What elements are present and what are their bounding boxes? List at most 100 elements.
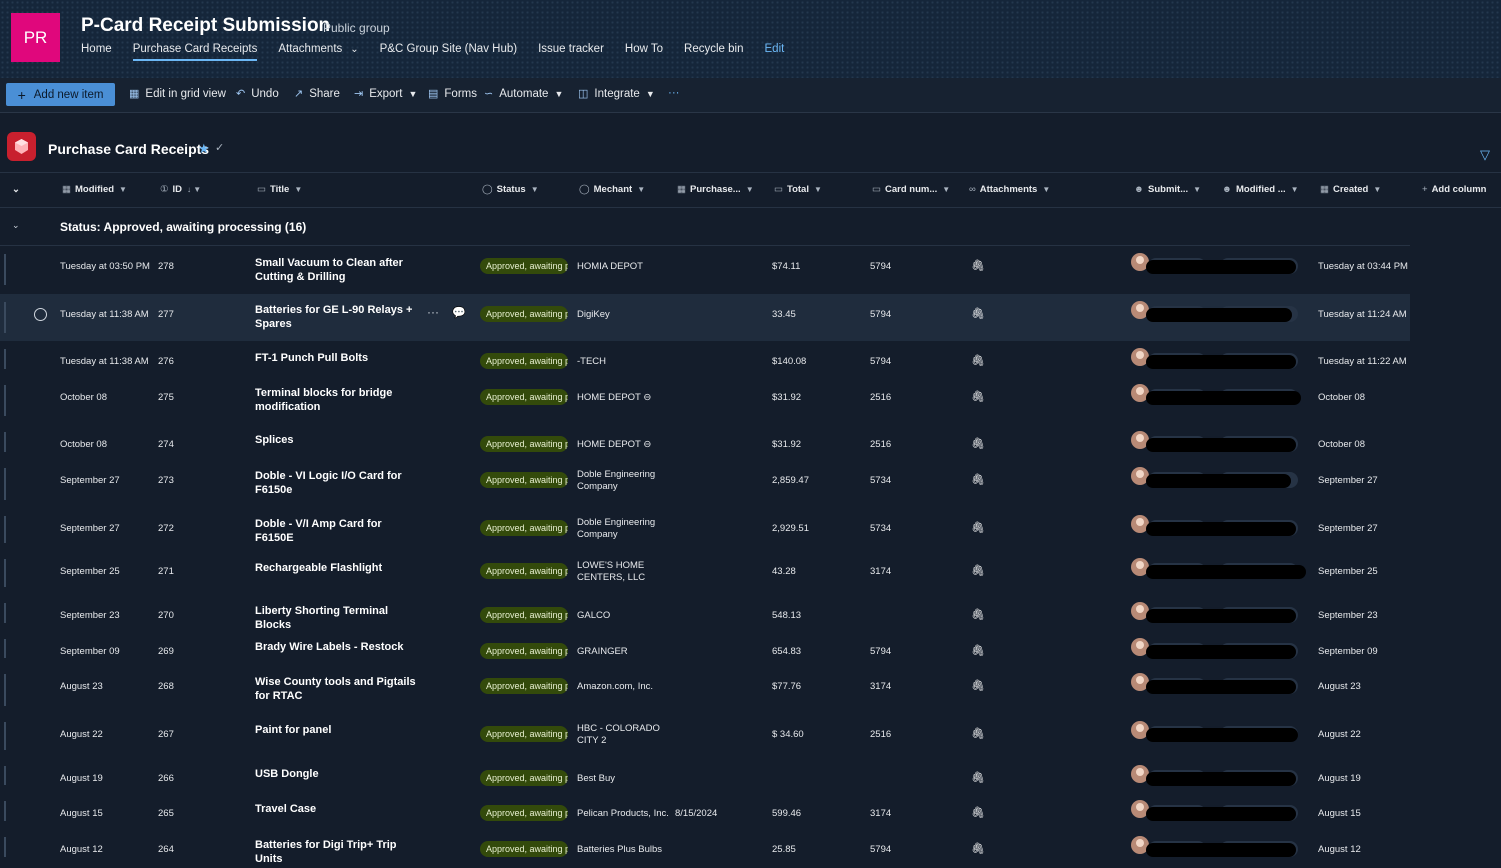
row-select-radio[interactable] (34, 308, 47, 321)
table-row[interactable]: August 12 264 Batteries for Digi Trip+ Tri… (0, 829, 1410, 865)
export-button[interactable]: ⇥ Export ▼ (354, 87, 417, 100)
table-row[interactable]: September 27 272 Doble - V/I Amp Card for … (0, 508, 1410, 551)
plus-icon: + (17, 86, 26, 103)
chevron-down-icon[interactable]: ⌄ (12, 220, 20, 231)
paperclip-icon[interactable]: 🖇 (971, 307, 985, 320)
paperclip-icon[interactable]: 🖇 (971, 679, 985, 692)
redacted-name (1146, 772, 1296, 786)
paperclip-icon[interactable]: 🖇 (971, 771, 985, 784)
cell-title[interactable]: Doble - VI Logic I/O Card for F6150e (255, 469, 420, 497)
paperclip-icon[interactable]: 🖇 (971, 259, 985, 272)
cell-title[interactable]: Batteries for GE L-90 Relays + Spares (255, 303, 420, 331)
cell-merchant: Doble Engineering Company (577, 517, 656, 540)
add-column-label: Add column (1431, 184, 1487, 195)
nav-recycle-bin[interactable]: Recycle bin (684, 42, 743, 61)
paperclip-icon[interactable]: 🖇 (971, 806, 985, 819)
cell-title[interactable]: Terminal blocks for bridge modification (255, 386, 420, 414)
paperclip-icon[interactable]: 🖇 (971, 644, 985, 657)
edit-grid-button[interactable]: ▦ Edit in grid view (129, 87, 226, 100)
col-total-label: Total (786, 184, 809, 195)
site-title[interactable]: P-Card Receipt Submission (81, 15, 330, 37)
table-row[interactable]: September 25 271 Rechargeable Flashlight Ap… (0, 551, 1410, 595)
integrate-button[interactable]: ◫ Integrate ▼ (578, 87, 655, 100)
add-new-item-button[interactable]: + Add new item (6, 83, 115, 106)
table-row[interactable]: Tuesday at 03:50 PM 278 Small Vacuum to Cl… (0, 246, 1410, 293)
table-row[interactable]: August 23 268 Wise County tools and Pigtai… (0, 666, 1410, 714)
cell-title[interactable]: Batteries for Digi Trip+ Trip Units (255, 838, 420, 866)
col-total[interactable]: ▭ Total ▼ (774, 184, 822, 195)
nav-edit[interactable]: Edit (765, 42, 785, 61)
table-row[interactable]: September 09 269 Brady Wire Labels - Resto… (0, 631, 1410, 666)
paperclip-icon[interactable]: 🖇 (971, 727, 985, 740)
nav-attachments[interactable]: Attachments ⌄ (278, 42, 358, 61)
add-column-button[interactable]: + Add column (1422, 184, 1486, 195)
status-badge: Approved, awaiting processing (480, 353, 568, 369)
chevron-down-icon: ▼ (1193, 185, 1202, 194)
paperclip-icon[interactable]: 🖇 (971, 842, 985, 855)
cell-title[interactable]: Travel Case (255, 802, 420, 816)
col-created[interactable]: ▦ Created ▼ (1320, 184, 1381, 195)
paperclip-icon[interactable]: 🖇 (971, 521, 985, 534)
cell-title[interactable]: FT-1 Punch Pull Bolts (255, 351, 420, 365)
paperclip-icon[interactable]: 🖇 (971, 437, 985, 450)
comment-icon[interactable]: 💬 (452, 306, 466, 319)
table-row[interactable]: August 15 265 Travel Case Approved, awaitin… (0, 793, 1410, 829)
more-actions-icon[interactable]: ··· (427, 305, 439, 319)
row-indicator (4, 722, 6, 750)
col-attachments[interactable]: ∞ Attachments ▼ (969, 184, 1050, 195)
nav-how-to[interactable]: How To (625, 42, 663, 61)
nav-group-site[interactable]: P&C Group Site (Nav Hub) (380, 42, 517, 61)
nav-home[interactable]: Home (81, 42, 112, 61)
cell-title[interactable]: Splices (255, 433, 420, 447)
table-row[interactable]: October 08 274 Splices Approved, awaiting p… (0, 424, 1410, 460)
site-logo[interactable]: PR (11, 13, 60, 62)
automate-label: Automate (499, 88, 549, 100)
table-row[interactable]: August 19 266 USB Dongle Approved, awaiting… (0, 758, 1410, 793)
paperclip-icon[interactable]: 🖇 (971, 354, 985, 367)
cell-title[interactable]: Liberty Shorting Terminal Blocks (255, 604, 420, 632)
table-row[interactable]: Tuesday at 11:38 AM 276 FT-1 Punch Pull Bo… (0, 341, 1410, 377)
export-label: Export (369, 88, 403, 100)
share-button[interactable]: ↗ Share (294, 87, 340, 100)
cell-title[interactable]: Wise County tools and Pigtails for RTAC (255, 675, 420, 703)
verified-icon: ✓ (215, 142, 225, 154)
table-row[interactable]: September 27 273 Doble - VI Logic I/O Card… (0, 460, 1410, 508)
more-commands-button[interactable]: ··· (668, 87, 680, 99)
col-modified[interactable]: ▦ Modified ▼ (62, 184, 127, 195)
cell-title[interactable]: Small Vacuum to Clean after Cutting & Dr… (255, 256, 420, 284)
col-id[interactable]: ① ID ↓ ▼ (160, 184, 201, 195)
list-title[interactable]: Purchase Card Receipts (48, 141, 209, 157)
table-row[interactable]: October 08 275 Terminal blocks for bridge … (0, 377, 1410, 424)
undo-button[interactable]: ↶ Undo (236, 87, 279, 100)
nav-issue-tracker[interactable]: Issue tracker (538, 42, 604, 61)
cell-total: 654.83 (772, 646, 802, 657)
col-merchant[interactable]: ◯ Mechant ▼ (579, 184, 645, 195)
col-modified-by[interactable]: ☻ Modified ... ▼ (1222, 184, 1299, 195)
col-card-number[interactable]: ▭ Card num... ▼ (872, 184, 950, 195)
cell-title[interactable]: Rechargeable Flashlight (255, 561, 420, 575)
col-title[interactable]: ▭ Title ▼ (257, 184, 302, 195)
favorite-star-icon[interactable]: ★ (198, 141, 210, 157)
paperclip-icon[interactable]: 🖇 (971, 608, 985, 621)
automate-button[interactable]: ∽ Automate ▼ (484, 87, 563, 100)
filter-icon[interactable]: ▽ (1480, 147, 1490, 163)
cell-title[interactable]: USB Dongle (255, 767, 420, 781)
paperclip-icon[interactable]: 🖇 (971, 473, 985, 486)
cell-total: $77.76 (772, 681, 802, 692)
cell-title[interactable]: Paint for panel (255, 723, 420, 737)
col-submitted-by[interactable]: ☻ Submit... ▼ (1134, 184, 1201, 195)
forms-button[interactable]: ▤ Forms (428, 87, 477, 100)
nav-purchase-card-receipts[interactable]: Purchase Card Receipts (132, 42, 257, 61)
table-row[interactable]: August 22 267 Paint for panel Approved, awa… (0, 714, 1410, 758)
col-purchase[interactable]: ▦ Purchase... ▼ (677, 184, 754, 195)
cell-total: 548.13 (772, 610, 802, 621)
table-row[interactable]: Tuesday at 11:38 AM 277 Batteries for GE L… (0, 294, 1410, 341)
paperclip-icon[interactable]: 🖇 (971, 564, 985, 577)
group-header[interactable]: ⌄ Status: Approved, awaiting processing … (0, 207, 1410, 246)
cell-title[interactable]: Doble - V/I Amp Card for F6150E (255, 517, 420, 545)
cell-title[interactable]: Brady Wire Labels - Restock (255, 640, 420, 654)
table-row[interactable]: September 23 270 Liberty Shorting Terminal… (0, 595, 1410, 631)
collapse-all-icon[interactable]: ⌄ (12, 184, 20, 195)
col-status[interactable]: ◯ Status ▼ (482, 184, 539, 195)
paperclip-icon[interactable]: 🖇 (971, 390, 985, 403)
